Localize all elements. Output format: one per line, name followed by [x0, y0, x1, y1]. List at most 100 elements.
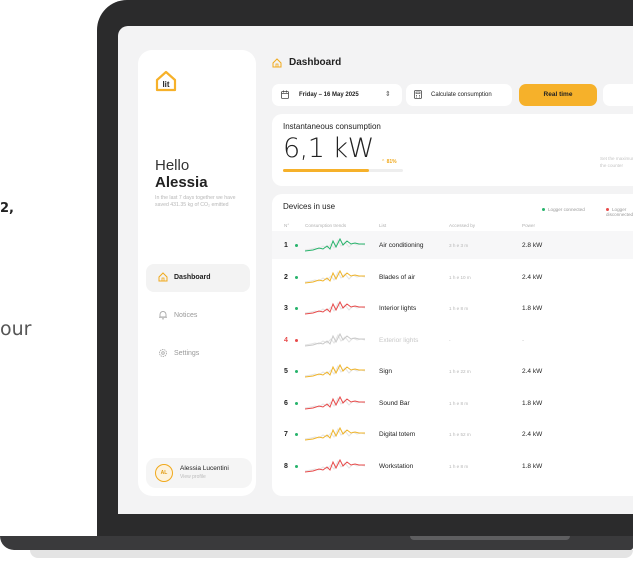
logger-status-dot-icon — [295, 433, 298, 436]
consumption-trend-sparkline — [305, 300, 365, 315]
column-header-on: Accessed by — [449, 223, 476, 228]
avatar: AL — [155, 464, 173, 482]
device-power: - — [522, 336, 525, 344]
calculator-icon — [414, 90, 422, 99]
nav-label: Notices — [174, 312, 198, 319]
calendar-icon — [281, 90, 289, 99]
user-first-name: Alessia — [155, 174, 208, 191]
background-fragment-number: 2, — [0, 201, 14, 216]
logger-status-dot-icon — [295, 401, 298, 405]
nav-item-notices[interactable]: Notices — [146, 302, 250, 330]
max-power-hint[interactable]: Set the maximum power of the counter — [600, 156, 633, 169]
logger-status-dot-icon — [295, 307, 298, 310]
device-power: 1.8 kW — [522, 305, 543, 312]
device-number: 1 — [284, 242, 288, 249]
gear-icon — [159, 349, 167, 357]
background-fragment-text: our — [0, 318, 32, 340]
device-power: 1.8 kW — [522, 462, 543, 470]
laptop-shadow — [30, 550, 633, 558]
device-time: 1 h e 22 m — [449, 369, 471, 374]
greeting: Hello — [155, 157, 190, 174]
calculate-consumption-label: Calculate consumption — [431, 92, 492, 98]
bell-icon — [159, 311, 167, 320]
connected-dot-icon — [542, 208, 545, 212]
disconnected-dot-icon — [606, 208, 609, 212]
instant-consumption-value: 6,1 kW — [283, 133, 374, 164]
home-icon — [158, 272, 168, 282]
nav-label: Dashboard — [174, 274, 211, 281]
page-title: Dashboard — [289, 57, 342, 68]
consumption-percent: ⌃ 81% — [381, 159, 397, 165]
devices-title: Devices in use — [283, 202, 336, 211]
legend-connected: Logger connected — [542, 207, 585, 212]
device-time: 1 h e 10 m — [449, 274, 471, 280]
device-number: 4 — [284, 336, 288, 344]
device-number: 8 — [284, 462, 288, 470]
device-power: 2.4 kW — [522, 431, 543, 438]
device-row[interactable]: 1 Air conditioning 3 h e 3 m 2.8 kW — [272, 231, 633, 259]
device-power: 2.4 kW — [522, 368, 543, 375]
sidebar: lit Hello Alessia In the last 7 days tog… — [138, 50, 256, 496]
device-time: 1 h e 52 m — [449, 432, 471, 437]
date-picker[interactable]: Friday – 16 May 2025 ⇕ — [272, 84, 402, 106]
device-row[interactable]: 3 Interior lights 1 h e 8 m 1.8 kW — [272, 294, 633, 322]
consumption-trend-sparkline — [305, 426, 365, 441]
column-header-trend: Consumption trends — [305, 223, 347, 228]
device-number: 5 — [284, 368, 288, 375]
device-row[interactable]: 8 Workstation 1 h e 8 m 1.8 kW — [272, 452, 633, 480]
column-header-power: Power — [522, 223, 536, 228]
device-number: 3 — [284, 305, 288, 312]
consumption-progress — [283, 169, 403, 172]
device-time: - — [449, 337, 451, 343]
logger-status-dot-icon — [295, 464, 298, 468]
nav-item-settings[interactable]: Settings — [146, 340, 250, 368]
device-name: Workstation — [379, 462, 414, 470]
svg-text:lit: lit — [162, 80, 169, 89]
device-time: 1 h e 8 m — [449, 463, 469, 469]
device-number: 6 — [284, 399, 288, 407]
logger-status-dot-icon — [295, 338, 298, 342]
nav-label: Settings — [174, 350, 200, 357]
home-icon — [272, 58, 282, 68]
consumption-progress-fill — [283, 169, 370, 172]
device-name: Air conditioning — [379, 242, 424, 249]
consumption-trend-sparkline — [305, 395, 365, 409]
device-name: Interior lights — [379, 305, 417, 312]
device-number: 2 — [284, 273, 288, 281]
logger-status-dot-icon — [295, 370, 298, 373]
device-row[interactable]: 4 Exterior lights - - — [272, 326, 633, 354]
device-row[interactable]: 7 Digital totem 1 h e 52 m 2.4 kW — [272, 420, 633, 448]
consumption-trend-sparkline — [305, 237, 365, 252]
app-screen: lit Hello Alessia In the last 7 days tog… — [118, 26, 633, 514]
profile-name: Alessia Lucentini — [180, 465, 229, 472]
view-profile-link[interactable]: View profile — [180, 474, 206, 480]
laptop-hinge — [410, 536, 570, 540]
profile-card[interactable]: AL Alessia Lucentini View profile — [146, 458, 252, 488]
real-time-button[interactable]: Real time — [519, 84, 597, 106]
column-header-num: N° — [284, 223, 290, 228]
device-time: 3 h e 3 m — [449, 243, 469, 248]
device-power: 2.4 kW — [522, 273, 543, 281]
nav-item-dashboard[interactable]: Dashboard — [146, 264, 250, 292]
calculate-consumption-button[interactable]: Calculate consumption — [406, 84, 512, 106]
device-row[interactable]: 5 Sign 1 h e 22 m 2.4 kW — [272, 357, 633, 385]
date-value: Friday – 16 May 2025 — [299, 92, 359, 98]
device-row[interactable]: 2 Blades of air 1 h e 10 m 2.4 kW — [272, 263, 633, 291]
consumption-trend-sparkline — [305, 332, 365, 346]
header-control-partial[interactable] — [603, 84, 633, 106]
device-power: 1.8 kW — [522, 399, 543, 407]
device-power: 2.8 kW — [522, 242, 543, 249]
consumption-trend-sparkline — [305, 458, 365, 472]
instant-consumption-label: Instantaneous consumption — [283, 122, 381, 131]
device-name: Exterior lights — [379, 336, 419, 344]
device-name: Sound Bar — [379, 399, 410, 407]
device-row[interactable]: 6 Sound Bar 1 h e 8 m 1.8 kW — [272, 389, 633, 417]
devices-card: Devices in use Logger connected Logger d… — [272, 194, 633, 496]
consumption-trend-sparkline — [305, 363, 365, 378]
column-header-list: List — [379, 223, 387, 228]
device-name: Blades of air — [379, 273, 416, 281]
logger-status-dot-icon — [295, 275, 298, 279]
stepper-icon[interactable]: ⇕ — [385, 90, 391, 98]
lit-logo-icon: lit — [155, 70, 177, 92]
device-time: 1 h e 8 m — [449, 400, 469, 406]
